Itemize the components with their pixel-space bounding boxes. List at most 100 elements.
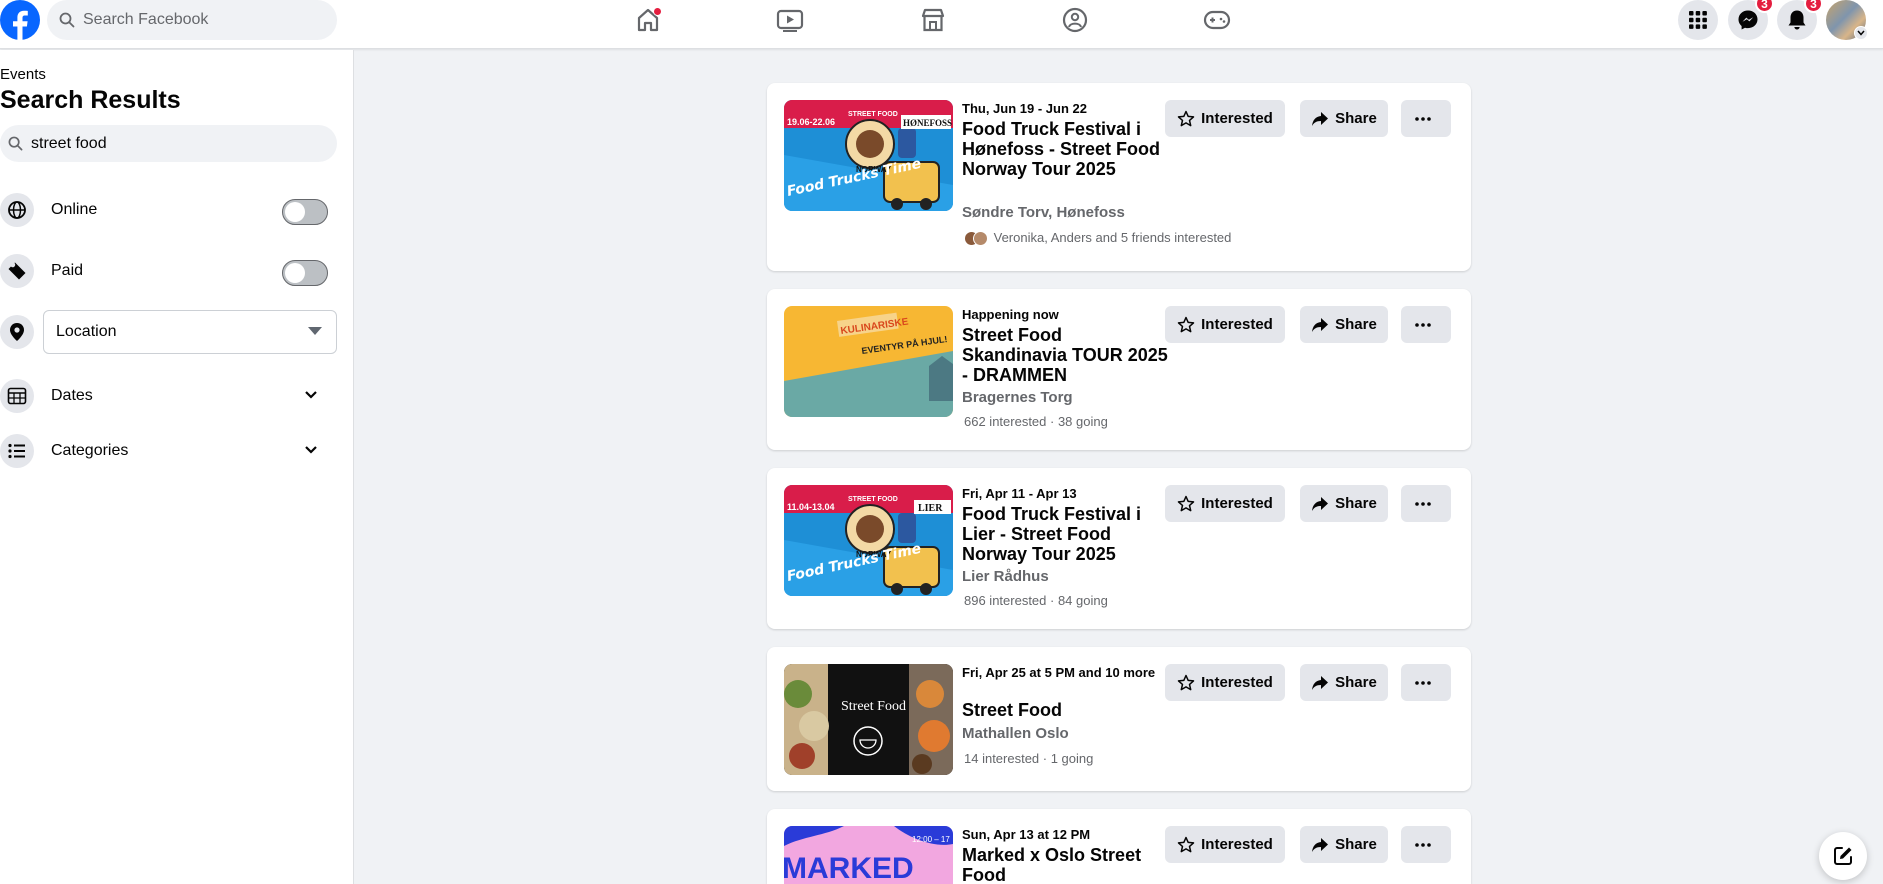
star-icon [1177, 674, 1201, 692]
interested-button[interactable]: Interested [1165, 485, 1285, 522]
filter-categories-label: Categories [51, 442, 129, 459]
filter-dates-label: Dates [51, 387, 93, 404]
event-social-context: Veronika, Anders and 5 friends intereste… [964, 230, 1231, 247]
event-location[interactable]: Mathallen Oslo [962, 725, 1172, 742]
messenger-button[interactable]: 3 [1728, 0, 1774, 40]
more-dots-icon [1415, 116, 1437, 121]
more-options-button[interactable] [1401, 306, 1451, 343]
more-dots-icon [1415, 680, 1437, 685]
more-dots-icon [1415, 842, 1437, 847]
svg-text:12:00 – 17: 12:00 – 17 [912, 835, 950, 844]
interested-button[interactable]: Interested [1165, 826, 1285, 863]
share-button[interactable]: Share [1300, 306, 1388, 343]
more-options-button[interactable] [1401, 100, 1451, 137]
event-title[interactable]: Street Food [962, 700, 1172, 720]
interested-button[interactable]: Interested [1165, 100, 1285, 137]
event-location[interactable]: Søndre Torv, Hønefoss [962, 204, 1172, 221]
event-card[interactable]: 19.06-22.06 HØNEFOSS STREET FOOD NORWAY … [767, 83, 1471, 271]
more-options-button[interactable] [1401, 826, 1451, 863]
events-search-input[interactable]: street food [0, 125, 337, 162]
event-thumbnail[interactable]: 11.04-13.04 LIER STREET FOOD NORWAY Food… [784, 485, 953, 596]
list-icon [0, 434, 34, 468]
events-filter-sidebar: Events Search Results street food Online… [0, 50, 354, 884]
event-title[interactable]: Marked x Oslo Street Food [962, 845, 1172, 884]
event-thumbnail[interactable]: 12:00 – 17 MARKED [784, 826, 953, 884]
svg-text:MARKED: MARKED [784, 852, 914, 884]
event-location[interactable]: Bragernes Torg [962, 389, 1172, 406]
share-button[interactable]: Share [1300, 485, 1388, 522]
grid-icon [1688, 10, 1708, 30]
messenger-icon [1737, 9, 1759, 31]
filter-location-row: Location [0, 310, 340, 354]
online-toggle[interactable] [282, 199, 328, 225]
share-arrow-icon [1311, 317, 1335, 333]
star-icon [1177, 836, 1201, 854]
more-dots-icon [1415, 501, 1437, 506]
globe-icon [0, 193, 34, 227]
home-notification-dot [653, 7, 662, 16]
event-card[interactable]: 11.04-13.04 LIER STREET FOOD NORWAY Food… [767, 468, 1471, 629]
more-options-button[interactable] [1401, 664, 1451, 701]
event-card[interactable]: 12:00 – 17 MARKED Sun, Apr 13 at 12 PM M… [767, 809, 1471, 884]
event-date: Happening now [962, 307, 1059, 322]
chevron-down-icon[interactable] [1854, 26, 1868, 40]
video-nav-icon[interactable] [773, 6, 807, 34]
svg-text:LIER: LIER [918, 503, 943, 514]
paid-toggle[interactable] [282, 260, 328, 286]
share-arrow-icon [1311, 837, 1335, 853]
event-date: Fri, Apr 25 at 5 PM and 10 more [962, 665, 1156, 680]
event-date: Fri, Apr 11 - Apr 13 [962, 486, 1077, 501]
event-card[interactable]: Street Food Fri, Apr 25 at 5 PM and 10 m… [767, 647, 1471, 791]
svg-text:19.06-22.06: 19.06-22.06 [787, 117, 835, 127]
svg-text:STREET FOOD: STREET FOOD [848, 111, 898, 118]
interested-button[interactable]: Interested [1165, 664, 1285, 701]
event-thumbnail[interactable]: Street Food [784, 664, 953, 775]
groups-nav-icon[interactable] [1058, 6, 1092, 34]
event-stats: 14 interested · 1 going [964, 751, 1094, 766]
search-icon [8, 136, 23, 151]
share-button[interactable]: Share [1300, 664, 1388, 701]
notifications-button[interactable]: 3 [1777, 0, 1823, 40]
event-thumbnail[interactable]: 19.06-22.06 HØNEFOSS STREET FOOD NORWAY … [784, 100, 953, 211]
facebook-logo-icon[interactable] [0, 0, 40, 40]
gaming-nav-icon[interactable] [1200, 6, 1234, 34]
event-location[interactable]: Lier Rådhus [962, 568, 1172, 585]
more-options-button[interactable] [1401, 485, 1451, 522]
location-select-label: Location [56, 323, 117, 340]
search-placeholder: Search Facebook [83, 11, 209, 28]
event-title[interactable]: Food Truck Festival i Lier - Street Food… [962, 504, 1172, 564]
dropdown-arrow-icon [308, 327, 322, 335]
filter-paid-label: Paid [51, 262, 84, 279]
notifications-badge: 3 [1804, 0, 1823, 13]
compose-edit-icon [1832, 845, 1854, 867]
marketplace-nav-icon[interactable] [916, 6, 950, 34]
chevron-down-icon [304, 445, 318, 455]
event-date: Thu, Jun 19 - Jun 22 [962, 101, 1087, 116]
home-nav-icon[interactable] [631, 6, 665, 34]
top-navigation-bar: Search Facebook 3 3 [0, 0, 1883, 49]
filter-paid-row[interactable]: Paid [0, 251, 340, 291]
more-dots-icon [1415, 322, 1437, 327]
share-arrow-icon [1311, 496, 1335, 512]
star-icon [1177, 316, 1201, 334]
event-thumbnail[interactable]: KULINARISKE EVENTYR PÅ HJUL! [784, 306, 953, 417]
filter-dates-row[interactable]: Dates [0, 376, 340, 416]
svg-text:HØNEFOSS: HØNEFOSS [903, 118, 952, 128]
facebook-search-input[interactable]: Search Facebook [47, 0, 337, 40]
svg-text:11.04-13.04: 11.04-13.04 [787, 502, 835, 512]
interested-button[interactable]: Interested [1165, 306, 1285, 343]
svg-text:STREET FOOD: STREET FOOD [848, 496, 898, 503]
filter-online-row[interactable]: Online [0, 190, 340, 230]
event-title[interactable]: Street Food Skandinavia TOUR 2025 - DRAM… [962, 325, 1172, 385]
breadcrumb[interactable]: Events [0, 66, 46, 83]
menu-grid-button[interactable] [1678, 0, 1718, 40]
share-arrow-icon [1311, 111, 1335, 127]
new-message-button[interactable] [1819, 832, 1867, 880]
chevron-down-icon [304, 390, 318, 400]
share-button[interactable]: Share [1300, 826, 1388, 863]
location-select[interactable]: Location [43, 310, 337, 354]
share-button[interactable]: Share [1300, 100, 1388, 137]
event-title[interactable]: Food Truck Festival i Hønefoss - Street … [962, 119, 1172, 179]
event-card[interactable]: KULINARISKE EVENTYR PÅ HJUL! Happening n… [767, 289, 1471, 450]
filter-categories-row[interactable]: Categories [0, 431, 340, 471]
